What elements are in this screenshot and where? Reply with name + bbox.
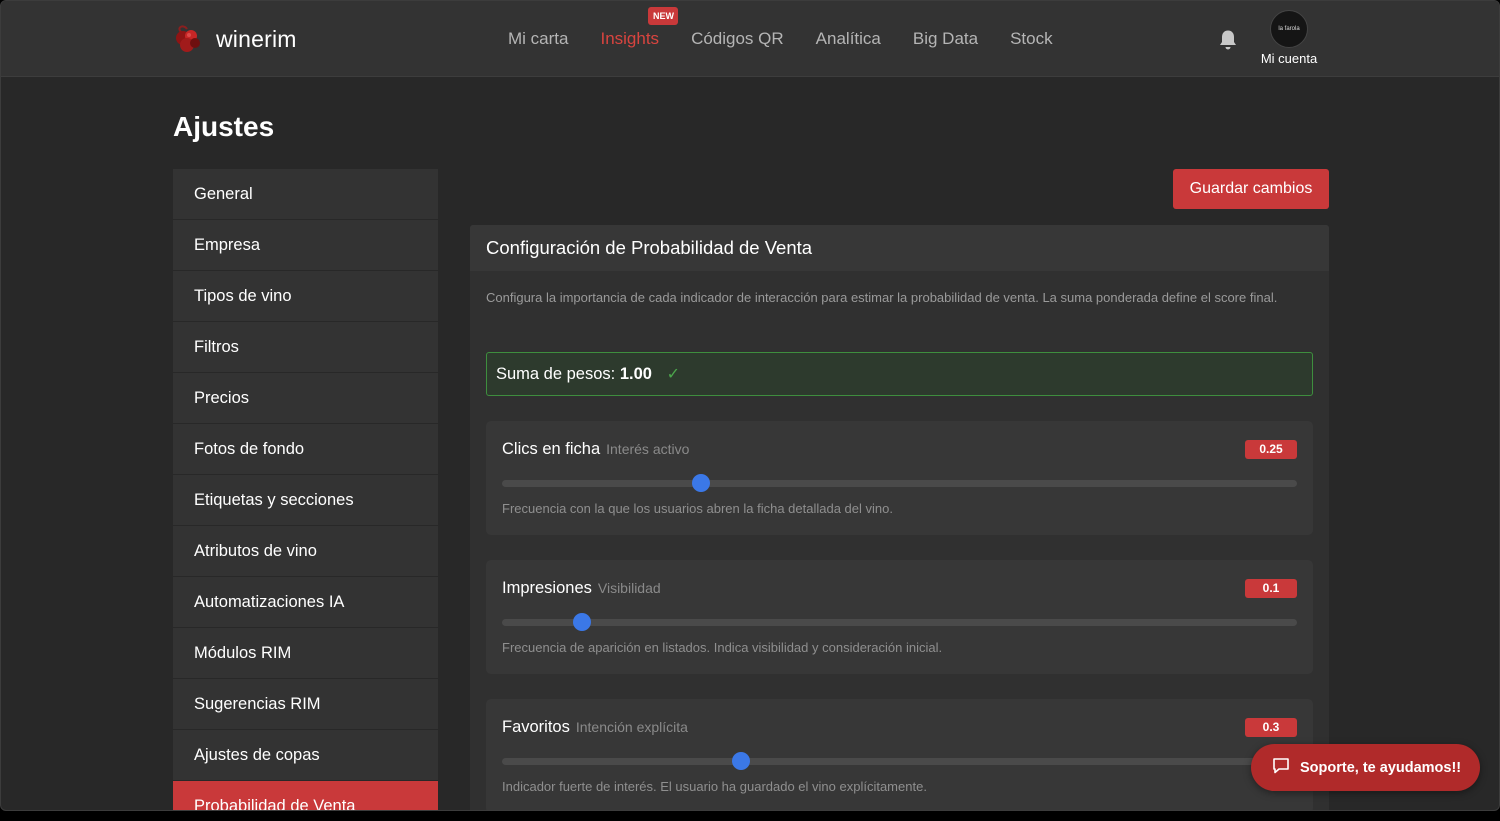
- sidebar-item-sugerencias-rim[interactable]: Sugerencias RIM: [173, 679, 438, 729]
- nav-stock[interactable]: Stock: [1010, 29, 1053, 49]
- weight-value-badge: 0.25: [1245, 440, 1297, 459]
- slider-thumb[interactable]: [572, 613, 591, 631]
- page-title: Ajustes: [173, 111, 275, 142]
- bell-icon[interactable]: [1218, 29, 1238, 51]
- weight-slider[interactable]: [502, 752, 1297, 770]
- weight-title-wrap: Favoritos Intención explícita: [502, 718, 688, 737]
- sidebar-item-fotos-de-fondo[interactable]: Fotos de fondo: [173, 424, 438, 474]
- weight-favoritos: Favoritos Intención explícita 0.3 Indicad…: [486, 699, 1313, 810]
- check-icon: ✓: [666, 366, 680, 383]
- main-nav: Mi carta NEW Insights Códigos QR Analíti…: [508, 7, 1085, 49]
- sidebar-item-atributos-de-vino[interactable]: Atributos de vino: [173, 526, 438, 576]
- sidebar-item-probabilidad-de-venta[interactable]: Probabilidad de Venta: [173, 781, 438, 810]
- sum-value: 1.00: [619, 365, 652, 383]
- weight-clics-en-ficha: Clics en ficha Interés activo 0.25 Frecue…: [486, 421, 1313, 535]
- weight-impresiones: Impresiones Visibilidad 0.1 Frecuencia de…: [486, 560, 1313, 674]
- logo[interactable]: winerim: [172, 23, 297, 55]
- account-label: Mi cuenta: [1260, 51, 1318, 66]
- nav-codigos-qr[interactable]: Códigos QR: [691, 29, 784, 49]
- weight-title: Favoritos: [502, 718, 570, 736]
- sidebar-item-etiquetas-y-secciones[interactable]: Etiquetas y secciones: [173, 475, 438, 525]
- nav-analitica[interactable]: Analítica: [816, 29, 881, 49]
- sidebar-item-general[interactable]: General: [173, 169, 438, 219]
- sidebar-item-ajustes-de-copas[interactable]: Ajustes de copas: [173, 730, 438, 780]
- sum-label: Suma de pesos:: [496, 365, 616, 383]
- weight-value-badge: 0.3: [1245, 718, 1297, 737]
- weights-sum-status: Suma de pesos: 1.00 ✓: [486, 352, 1313, 396]
- nav-insights[interactable]: NEW Insights: [600, 7, 679, 49]
- card-description: Configura la importancia de cada indicad…: [486, 290, 1278, 305]
- new-badge: NEW: [648, 7, 679, 25]
- weight-slider[interactable]: [502, 474, 1297, 492]
- weight-title: Impresiones: [502, 579, 592, 597]
- sidebar-item-filtros[interactable]: Filtros: [173, 322, 438, 372]
- weight-description: Indicador fuerte de interés. El usuario …: [502, 779, 927, 794]
- save-button[interactable]: Guardar cambios: [1173, 169, 1329, 209]
- avatar-text: la farola: [1278, 26, 1300, 32]
- sidebar-item-empresa[interactable]: Empresa: [173, 220, 438, 270]
- sidebar-item-precios[interactable]: Precios: [173, 373, 438, 423]
- settings-sidebar: General Empresa Tipos de vino Filtros Pr…: [173, 169, 438, 810]
- weight-title-wrap: Clics en ficha Interés activo: [502, 440, 689, 459]
- nav-insights-label: Insights: [600, 29, 660, 48]
- weight-description: Frecuencia con la que los usuarios abren…: [502, 501, 893, 516]
- weight-subtitle: Interés activo: [606, 441, 690, 457]
- grapes-logo-icon: [172, 23, 204, 55]
- weight-title-wrap: Impresiones Visibilidad: [502, 579, 661, 598]
- sidebar-item-modulos-rim[interactable]: Módulos RIM: [173, 628, 438, 678]
- chat-icon: [1272, 757, 1290, 779]
- slider-thumb[interactable]: [691, 474, 710, 492]
- card-title: Configuración de Probabilidad de Venta: [470, 225, 1329, 271]
- sale-probability-card: Configuración de Probabilidad de Venta C…: [470, 225, 1329, 810]
- account-menu[interactable]: la farola Mi cuenta: [1256, 10, 1322, 66]
- top-navbar: winerim Mi carta NEW Insights Códigos QR…: [1, 1, 1499, 77]
- app-name: winerim: [216, 25, 297, 52]
- weight-title: Clics en ficha: [502, 440, 601, 458]
- support-label: Soporte, te ayudamos!!: [1300, 759, 1462, 776]
- weight-description: Frecuencia de aparición en listados. Ind…: [502, 640, 943, 655]
- avatar: la farola: [1270, 10, 1308, 48]
- weight-slider[interactable]: [502, 613, 1297, 631]
- nav-big-data[interactable]: Big Data: [913, 29, 978, 49]
- sidebar-item-automatizaciones-ia[interactable]: Automatizaciones IA: [173, 577, 438, 627]
- weight-subtitle: Intención explícita: [575, 719, 688, 735]
- weight-value-badge: 0.1: [1245, 579, 1297, 598]
- weight-subtitle: Visibilidad: [597, 580, 661, 596]
- support-chat-button[interactable]: Soporte, te ayudamos!!: [1251, 744, 1480, 791]
- slider-thumb[interactable]: [731, 752, 750, 770]
- sidebar-item-tipos-de-vino[interactable]: Tipos de vino: [173, 271, 438, 321]
- app-window: winerim Mi carta NEW Insights Códigos QR…: [0, 0, 1500, 811]
- nav-mi-carta[interactable]: Mi carta: [508, 29, 568, 49]
